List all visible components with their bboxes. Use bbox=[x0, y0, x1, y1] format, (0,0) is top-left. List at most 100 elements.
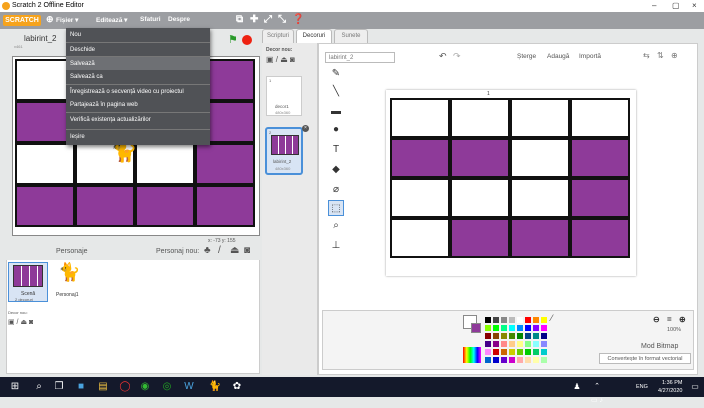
color-swatch[interactable] bbox=[525, 357, 531, 363]
menu-item-record-video[interactable]: Înregistrează o secvență video cu proiec… bbox=[66, 84, 210, 98]
menu-item-open[interactable]: Deschide bbox=[66, 42, 210, 56]
grow-icon[interactable]: ⤢ bbox=[264, 14, 272, 25]
menu-item-new[interactable]: Nou bbox=[66, 28, 210, 42]
color-swatch[interactable] bbox=[525, 341, 531, 347]
secondary-color-swatch[interactable] bbox=[471, 323, 481, 333]
undo-icon[interactable]: ↶ bbox=[439, 51, 447, 62]
eraser-tool-icon[interactable]: ⌀ bbox=[328, 182, 344, 198]
color-swatch[interactable] bbox=[533, 349, 539, 355]
color-swatch[interactable] bbox=[525, 333, 531, 339]
redo-icon[interactable]: ↷ bbox=[453, 51, 461, 62]
green-flag-icon[interactable]: ⚑ bbox=[228, 33, 238, 46]
color-swatch[interactable] bbox=[485, 317, 491, 323]
color-swatches[interactable] bbox=[485, 317, 549, 365]
stamp-tool-icon[interactable]: ⌕ bbox=[328, 218, 344, 234]
duplicate-icon[interactable]: ⧉ bbox=[236, 14, 243, 25]
menu-item-check-updates[interactable]: Verifică existența actualizărilor bbox=[66, 112, 210, 126]
color-swatch[interactable] bbox=[493, 341, 499, 347]
color-swatch[interactable] bbox=[517, 325, 523, 331]
color-swatch[interactable] bbox=[509, 325, 515, 331]
menu-item-save[interactable]: Salvează bbox=[66, 56, 210, 70]
color-swatch[interactable] bbox=[525, 317, 531, 323]
convert-vector-button[interactable]: Convertește în format vectorial bbox=[599, 353, 691, 364]
color-swatch[interactable] bbox=[501, 333, 507, 339]
color-swatch[interactable] bbox=[485, 333, 491, 339]
app-green-icon[interactable]: ◎ bbox=[160, 380, 174, 394]
line-tool-icon[interactable]: ╲ bbox=[328, 84, 344, 100]
project-name-field[interactable]: labirint_2 bbox=[24, 34, 56, 43]
clock-time[interactable]: 1:36 PM bbox=[662, 380, 682, 386]
clock-date[interactable]: 4/27/2020 bbox=[658, 388, 682, 394]
color-swatch[interactable] bbox=[509, 341, 515, 347]
stop-icon[interactable] bbox=[242, 35, 252, 45]
color-swatch[interactable] bbox=[533, 317, 539, 323]
color-swatch[interactable] bbox=[501, 317, 507, 323]
brush-tool-icon[interactable]: ✎ bbox=[328, 66, 344, 82]
color-picker-gradient[interactable] bbox=[463, 347, 481, 363]
upload-sprite-icon[interactable]: ⏏ bbox=[230, 245, 239, 256]
menu-file[interactable]: Fișier ▾ bbox=[56, 16, 78, 24]
scratch-taskbar-icon[interactable]: 🐈 bbox=[208, 380, 222, 394]
menu-about[interactable]: Despre bbox=[168, 16, 190, 23]
tab-scripts[interactable]: Scripturi bbox=[262, 29, 294, 43]
chrome-icon[interactable]: ◉ bbox=[138, 380, 152, 394]
rectangle-tool-icon[interactable]: ▬ bbox=[328, 104, 344, 120]
camera-sprite-icon[interactable]: ◙ bbox=[244, 245, 250, 256]
language-indicator[interactable]: ENG bbox=[636, 384, 648, 390]
help-icon[interactable]: ❓ bbox=[292, 14, 304, 25]
costume-tools-icon[interactable]: ▣ / ⏏ ◙ bbox=[266, 55, 295, 64]
color-swatch[interactable] bbox=[533, 325, 539, 331]
color-swatch[interactable] bbox=[533, 341, 539, 347]
color-swatch[interactable] bbox=[485, 341, 491, 347]
eyedropper-icon[interactable]: ⁄ bbox=[551, 313, 553, 323]
app-misc-icon[interactable]: ✿ bbox=[230, 380, 244, 394]
sprite-library-icon[interactable]: ♣ bbox=[204, 245, 211, 256]
import-button[interactable]: Importă bbox=[579, 53, 601, 60]
costume-item[interactable]: 1 decor1 480x360 bbox=[266, 76, 302, 116]
color-swatch[interactable] bbox=[517, 333, 523, 339]
color-swatch[interactable] bbox=[541, 325, 547, 331]
stage-thumbnail[interactable]: Scenă 2 decoruri bbox=[8, 262, 48, 302]
color-swatch[interactable] bbox=[517, 341, 523, 347]
color-swatch[interactable] bbox=[541, 349, 547, 355]
color-swatch[interactable] bbox=[517, 349, 523, 355]
add-button[interactable]: Adaugă bbox=[547, 53, 569, 60]
color-swatch[interactable] bbox=[501, 325, 507, 331]
color-swatch[interactable] bbox=[501, 349, 507, 355]
word-icon[interactable]: W bbox=[182, 380, 196, 394]
file-explorer-icon[interactable]: ▤ bbox=[96, 380, 110, 394]
windows-start-icon[interactable]: ⊞ bbox=[8, 380, 22, 394]
paint-canvas[interactable]: 1 bbox=[386, 90, 636, 276]
color-swatch[interactable] bbox=[541, 333, 547, 339]
color-swatch[interactable] bbox=[509, 349, 515, 355]
center-tool-icon[interactable]: ⊥ bbox=[328, 238, 344, 254]
color-swatch[interactable] bbox=[485, 325, 491, 331]
color-swatch[interactable] bbox=[485, 357, 491, 363]
color-swatch[interactable] bbox=[525, 349, 531, 355]
ellipse-tool-icon[interactable]: ● bbox=[328, 122, 344, 138]
fill-tool-icon[interactable]: ◆ bbox=[328, 162, 344, 178]
zoom-out-icon[interactable]: ⊖ bbox=[653, 315, 660, 324]
people-icon[interactable]: ♟ bbox=[570, 380, 584, 394]
globe-icon[interactable]: ⊕ bbox=[46, 14, 54, 25]
task-view-icon[interactable]: ❐ bbox=[52, 380, 66, 394]
color-swatch[interactable] bbox=[501, 341, 507, 347]
color-swatch[interactable] bbox=[517, 317, 523, 323]
tab-costumes[interactable]: Decoruri bbox=[296, 29, 332, 43]
color-swatch[interactable] bbox=[525, 325, 531, 331]
costume-item-selected[interactable]: 2 labirint_2 480x360 bbox=[265, 127, 303, 175]
color-swatch[interactable] bbox=[509, 333, 515, 339]
color-swatch[interactable] bbox=[485, 349, 491, 355]
delete-icon[interactable]: ✚ bbox=[250, 14, 258, 25]
color-swatch[interactable] bbox=[493, 325, 499, 331]
color-swatch[interactable] bbox=[541, 357, 547, 363]
flip-horizontal-icon[interactable]: ⇆ bbox=[643, 51, 650, 60]
menu-edit[interactable]: Editează ▾ bbox=[96, 16, 127, 24]
costume-center-icon[interactable]: ⊕ bbox=[671, 51, 678, 60]
tab-sounds[interactable]: Sunete bbox=[334, 29, 368, 43]
color-swatch[interactable] bbox=[493, 317, 499, 323]
color-swatch[interactable] bbox=[493, 357, 499, 363]
color-swatch[interactable] bbox=[517, 357, 523, 363]
maximize-button[interactable]: ▢ bbox=[672, 1, 680, 10]
color-swatch[interactable] bbox=[493, 349, 499, 355]
